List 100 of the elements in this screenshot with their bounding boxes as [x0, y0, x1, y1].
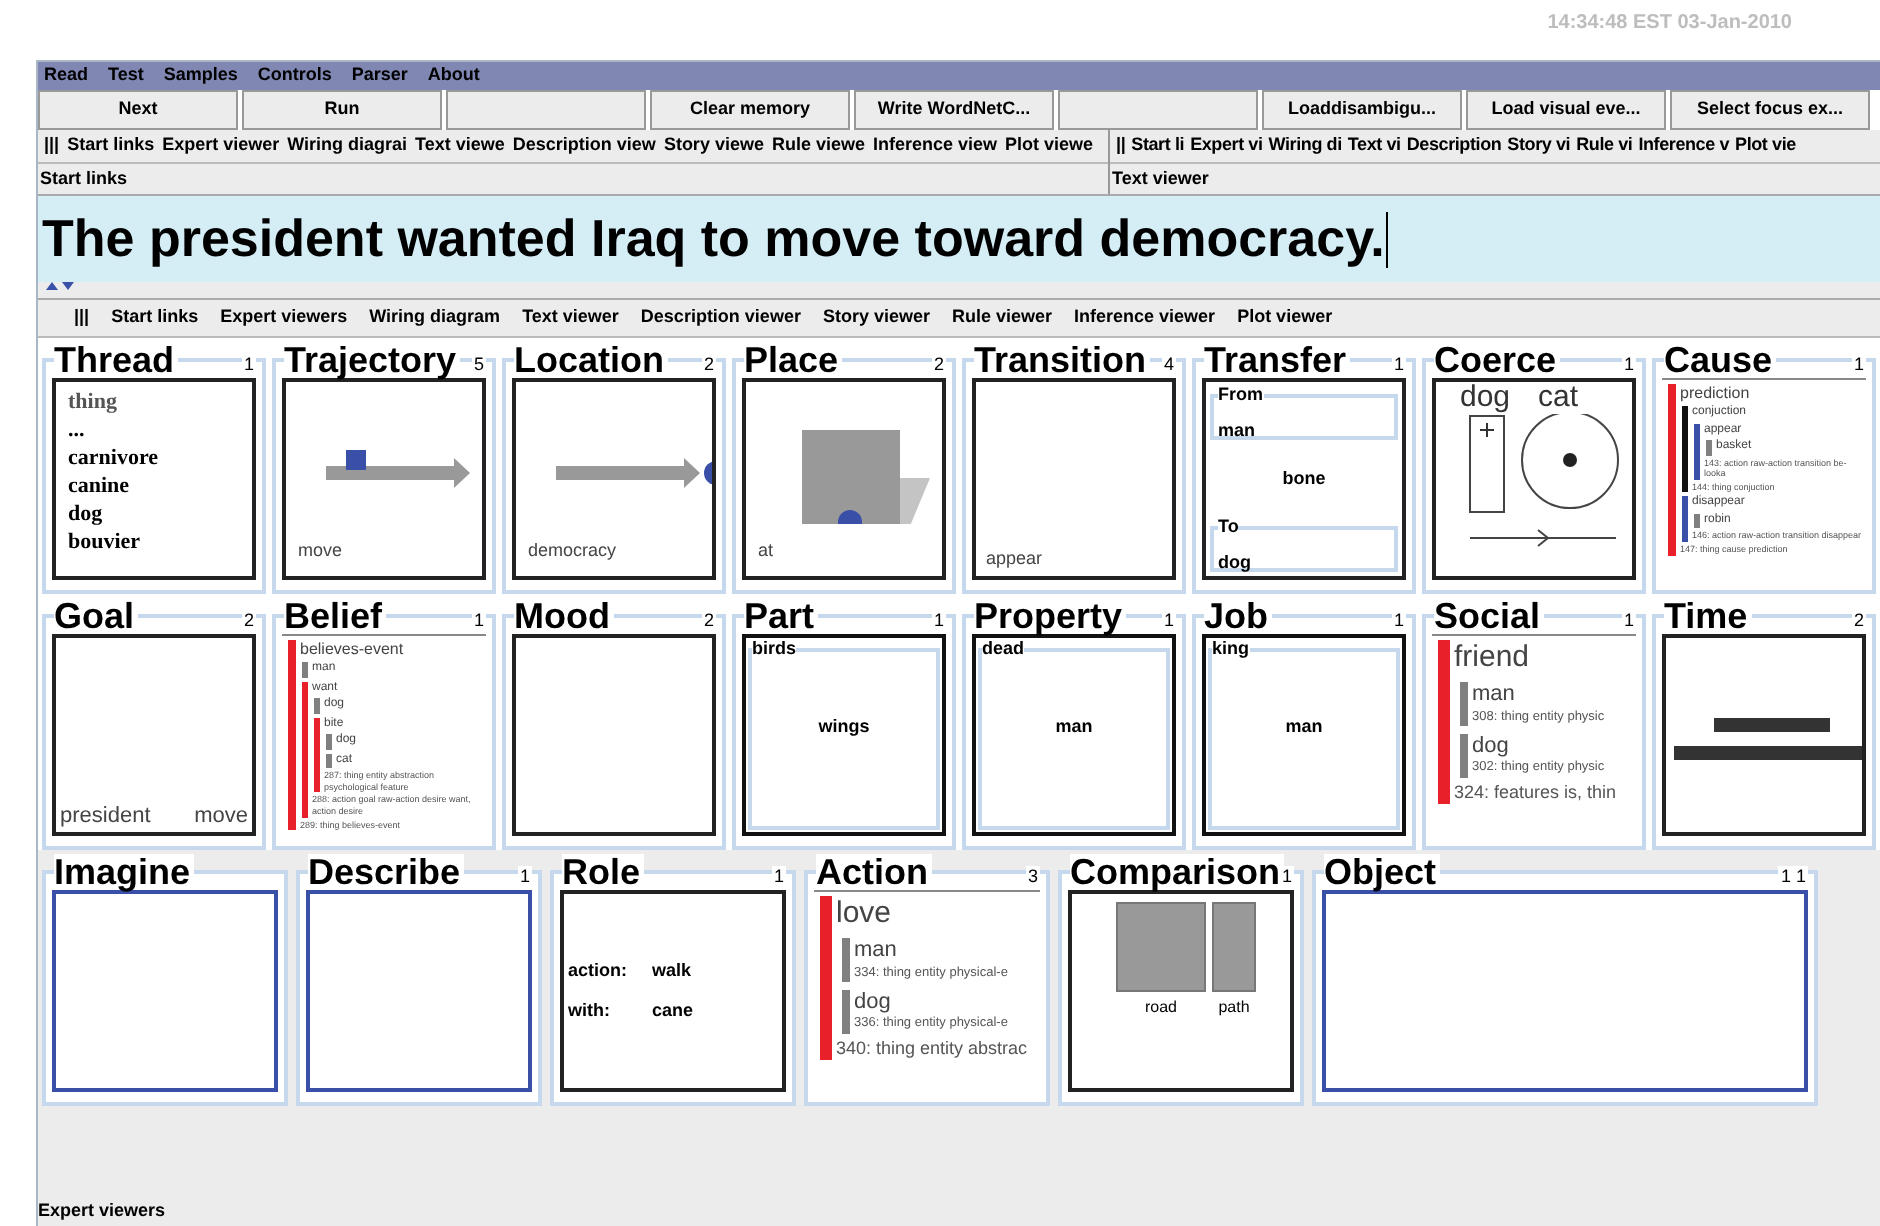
grip-handle[interactable]: |||: [44, 132, 60, 160]
viewer-tab[interactable]: Wiring di: [1268, 132, 1342, 160]
viewer-tab[interactable]: Inference view: [873, 132, 998, 160]
viewer-tab[interactable]: Plot viewer: [1237, 304, 1333, 332]
panel-count: 1: [1851, 354, 1866, 374]
caption-label: move: [194, 801, 248, 831]
menu-item[interactable]: Read: [44, 62, 89, 90]
role-key: with:: [568, 997, 652, 1024]
compared-label: path: [1218, 996, 1250, 1020]
menu-item[interactable]: Parser: [351, 62, 408, 90]
viewer-tab[interactable]: Text viewer: [522, 304, 619, 332]
panel-count: 2: [931, 354, 946, 374]
viewer-tab[interactable]: Start links: [111, 304, 199, 332]
grip-handle[interactable]: ||: [1116, 132, 1126, 160]
slot-value: man: [1218, 420, 1256, 440]
caption-label: at: [758, 540, 774, 560]
compared-block: [1212, 902, 1256, 992]
viewer-tab[interactable]: Expert viewer: [162, 132, 280, 160]
class-label: canine: [68, 472, 130, 500]
splitter-arrows-icon[interactable]: [46, 282, 74, 292]
actor-label: cat: [1538, 382, 1579, 412]
panel-title: Action: [816, 854, 932, 890]
panel-title: Describe: [308, 854, 465, 890]
panel-title: Property: [974, 598, 1127, 634]
menu-item[interactable]: About: [427, 62, 480, 90]
tree-node-label: prediction: [1680, 384, 1752, 404]
toolbar-button[interactable]: Next: [38, 90, 238, 130]
role-value: cane: [652, 997, 694, 1023]
panel-title: Time: [1664, 598, 1752, 634]
tree-node-label: love: [836, 896, 894, 934]
panel-count: 1: [471, 610, 486, 630]
menu-item[interactable]: Controls: [257, 62, 332, 90]
slot-value: dog: [1218, 552, 1251, 572]
panel-count: 5: [471, 354, 486, 374]
viewer-tab[interactable]: Expert viewers: [220, 304, 348, 332]
grip-handle[interactable]: |||: [74, 304, 90, 332]
toolbar-button[interactable]: Loaddisambigu...: [1262, 90, 1462, 130]
viewer-tab[interactable]: Description view: [512, 132, 656, 160]
compared-block: [1116, 902, 1206, 992]
class-label: bouvier: [68, 528, 141, 556]
status-label: Expert viewers: [38, 1197, 166, 1224]
toolbar-button[interactable]: Clear memory: [650, 90, 850, 130]
viewer-tab[interactable]: Start li: [1131, 132, 1185, 160]
panel-title: Part: [744, 598, 819, 634]
tree-node-label: dog: [854, 989, 893, 1016]
viewer-tab[interactable]: Description viewer: [640, 304, 801, 332]
blank-button[interactable]: [446, 90, 646, 130]
transferred-object: bone: [1282, 465, 1326, 492]
actor-label: dog: [1460, 382, 1511, 412]
viewer-tab[interactable]: Wiring diagram: [369, 304, 501, 332]
caption-label: democracy: [528, 540, 617, 560]
frame-label: dead: [982, 640, 1025, 658]
menu-item[interactable]: Samples: [163, 62, 238, 90]
viewer-tab[interactable]: Rule viewer: [951, 304, 1053, 332]
panel-count: 2: [701, 610, 716, 630]
viewer-tab[interactable]: Story vi: [1507, 132, 1571, 160]
panel-count: 1: [931, 610, 946, 630]
panel-count: 2: [241, 610, 256, 630]
panel-title: Cause: [1664, 342, 1777, 378]
frame-label: king: [1212, 640, 1250, 658]
tree-node-label: friend: [1454, 640, 1532, 678]
panel-count: 1: [1391, 610, 1406, 630]
viewer-tab[interactable]: Expert vi: [1190, 132, 1263, 160]
viewer-tab[interactable]: Story viewer: [822, 304, 930, 332]
menu-item[interactable]: Test: [108, 62, 144, 90]
clock: 14:34:48 EST 03-Jan-2010: [1547, 10, 1792, 38]
viewer-tab[interactable]: Inference viewer: [1074, 304, 1216, 332]
panel-count: 3: [1025, 866, 1040, 886]
panel-title: Role: [562, 854, 645, 890]
viewer-tab[interactable]: Inference v: [1638, 132, 1730, 160]
viewer-tab[interactable]: Rule viewe: [771, 132, 865, 160]
viewer-tab[interactable]: Text viewe: [415, 132, 505, 160]
toolbar-button[interactable]: Write WordNetC...: [854, 90, 1054, 130]
blank-button[interactable]: [1058, 90, 1258, 130]
viewer-tab[interactable]: Plot viewe: [1005, 132, 1094, 160]
pane-label: Text viewer: [1110, 166, 1211, 192]
role-key: action:: [568, 958, 652, 985]
viewer-tab[interactable]: Wiring diagrai: [287, 132, 408, 160]
toolbar-button[interactable]: Load visual eve...: [1466, 90, 1666, 130]
class-label: carnivore: [68, 444, 159, 472]
panel-count: 1: [1391, 354, 1406, 374]
panel-title: Job: [1204, 598, 1273, 634]
panel-count: 1: [241, 354, 256, 374]
viewer-tab[interactable]: Description: [1406, 132, 1502, 160]
tree-node-label: man: [854, 937, 899, 965]
toolbar-button[interactable]: Run: [242, 90, 442, 130]
viewer-tab[interactable]: Rule vi: [1576, 132, 1633, 160]
viewer-tab[interactable]: Start links: [67, 132, 155, 160]
slot-legend: From: [1218, 386, 1263, 404]
viewer-tab[interactable]: Story viewe: [663, 132, 764, 160]
panel-title: Belief: [284, 598, 387, 634]
frame-content: man: [1055, 714, 1093, 740]
viewer-tab[interactable]: Plot vie: [1735, 132, 1796, 160]
viewer-tab[interactable]: Text vi: [1347, 132, 1401, 160]
class-label: thing: [68, 388, 117, 416]
frame-content: wings: [818, 714, 870, 740]
slot-legend: To: [1218, 518, 1239, 536]
panel-count: 1: [771, 866, 786, 886]
panel-count: 2: [1851, 610, 1866, 630]
toolbar-button[interactable]: Select focus ex...: [1670, 90, 1870, 130]
